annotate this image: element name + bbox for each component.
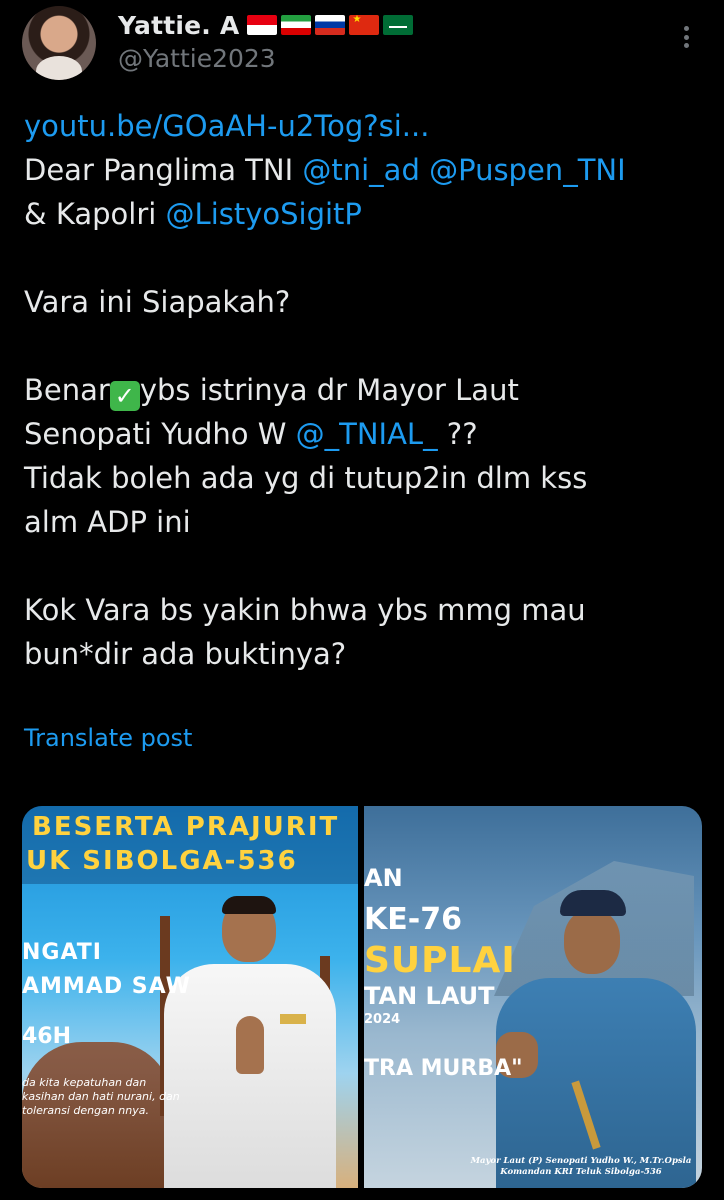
text-segment: Benar <box>24 373 110 407</box>
text-segment: bun*dir ada buktinya? <box>24 637 347 671</box>
more-options-icon[interactable] <box>676 22 696 52</box>
flag-iran-icon <box>281 15 312 35</box>
media-image-right[interactable]: AN KE-76 SUPLAI TAN LAUT 2024 TRA MURBA"… <box>364 806 702 1188</box>
poster-text: BESERTA PRAJURIT <box>32 812 340 842</box>
poster-small-text: da kita kepatuhan dan kasihan dan hati n… <box>22 1076 180 1117</box>
mention-puspen-tni[interactable]: @Puspen_TNI <box>429 153 626 187</box>
poster-text: SUPLAI <box>364 940 516 981</box>
flag-emoji-group <box>247 15 414 35</box>
poster-text: AMMAD SAW <box>22 974 191 999</box>
user-handle[interactable]: @Yattie2023 <box>118 44 276 73</box>
poster-text: UK SIBOLGA-536 <box>26 846 298 876</box>
flag-indonesia-icon <box>247 15 278 35</box>
tweet-header: Yattie. A @Yattie2023 <box>0 0 724 90</box>
text-segment: ?? <box>437 417 478 451</box>
text-segment: alm ADP ini <box>24 505 191 539</box>
avatar[interactable] <box>22 6 96 80</box>
flag-saudi-arabia-icon <box>383 15 414 35</box>
text-segment: Tidak boleh ada yg di tutup2in dlm kss <box>24 461 588 495</box>
mention-tnial[interactable]: @_TNIAL_ <box>296 417 438 451</box>
text-segment: Vara ini Siapakah? <box>24 285 291 319</box>
officer-white-uniform-figure <box>150 896 350 1188</box>
poster-text: KE-76 <box>364 902 462 937</box>
check-mark-icon: ✓ <box>109 381 140 411</box>
media-image-left[interactable]: BESERTA PRAJURIT UK SIBOLGA-536 NGATI AM… <box>22 806 358 1188</box>
text-segment: Kok Vara bs yakin bhwa ybs mmg mau <box>24 593 586 627</box>
poster-text: 2024 <box>364 1012 401 1027</box>
poster-text: 46H <box>22 1024 72 1049</box>
tweet-text: youtu.be/GOaAH-u2Tog?si... Dear Panglima… <box>24 104 704 676</box>
text-segment: Dear Panglima TNI <box>24 153 303 187</box>
flag-russia-icon <box>315 15 346 35</box>
mention-listyosigitp[interactable]: @ListyoSigitP <box>166 197 362 231</box>
display-name[interactable]: Yattie. A <box>118 11 239 40</box>
poster-caption: Mayor Laut (P) Senopati Yudho W., M.Tr.O… <box>470 1156 692 1177</box>
poster-text: TAN LAUT <box>364 982 495 1010</box>
author-name-row: Yattie. A <box>118 8 414 42</box>
mention-tni-ad[interactable]: @tni_ad <box>302 153 420 187</box>
poster-text: TRA MURBA" <box>364 1056 523 1081</box>
media-grid: BESERTA PRAJURIT UK SIBOLGA-536 NGATI AM… <box>22 806 702 1188</box>
text-segment: & Kapolri <box>24 197 166 231</box>
flag-china-icon <box>349 15 380 35</box>
poster-text: NGATI <box>22 940 102 965</box>
poster-text: AN <box>364 864 403 892</box>
text-segment: ybs istrinya dr Mayor Laut <box>139 373 519 407</box>
text-segment: Senopati Yudho W <box>24 417 296 451</box>
officer-blue-uniform-figure <box>490 890 702 1188</box>
youtube-link[interactable]: youtu.be/GOaAH-u2Tog?si... <box>24 109 429 143</box>
translate-post-link[interactable]: Translate post <box>24 724 192 752</box>
